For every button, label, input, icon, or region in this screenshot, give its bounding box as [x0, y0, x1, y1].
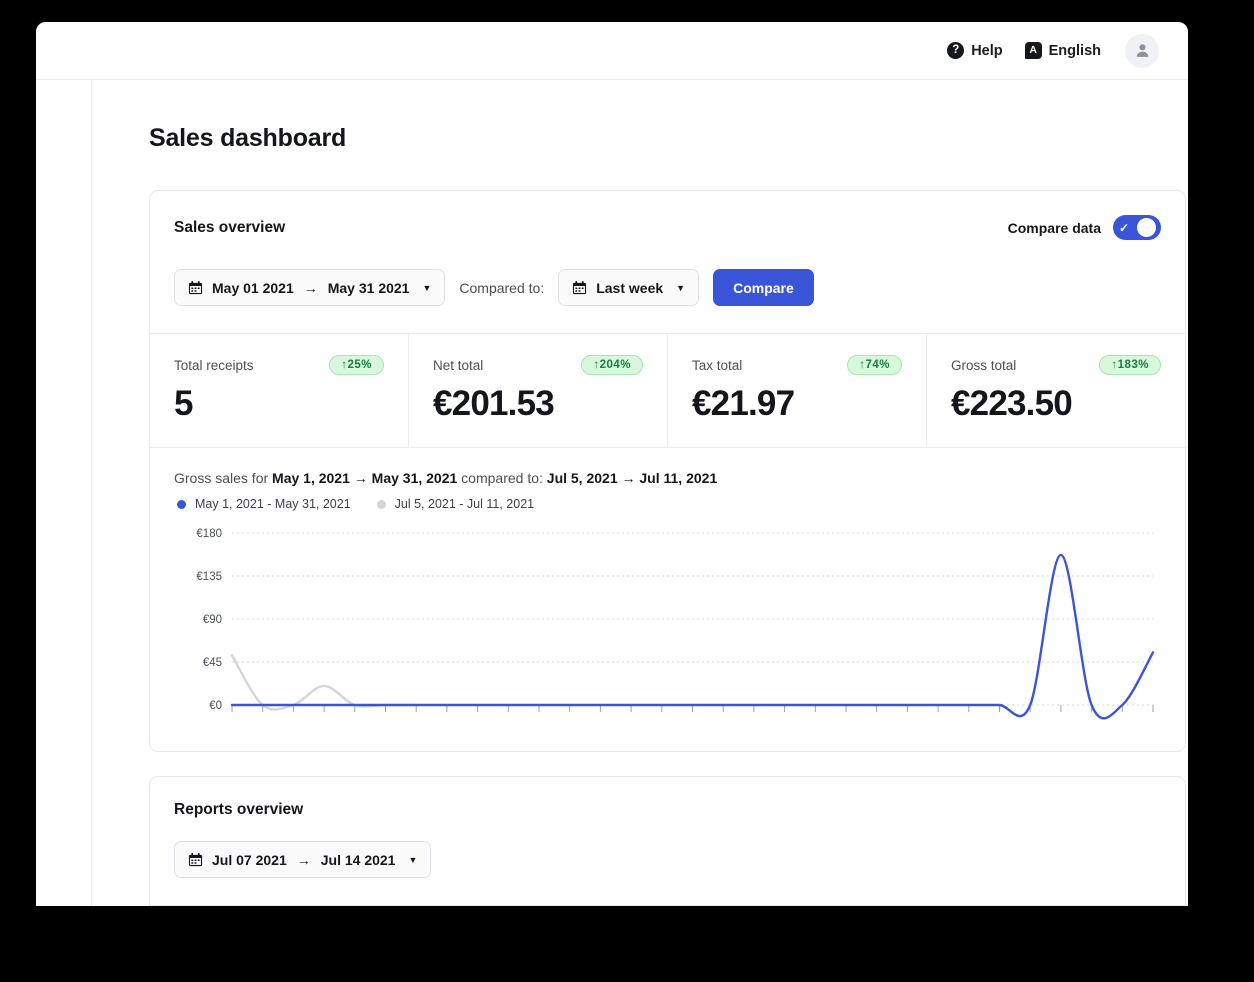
top-navigation-bar: ? Help A English [36, 22, 1188, 80]
collapsed-sidebar-rail [36, 22, 92, 906]
kpi-head: Tax total ↑74% [692, 355, 902, 375]
kpi-trend-badge: ↑204% [581, 355, 643, 375]
compare-preset-value: Last week [596, 279, 664, 296]
translate-icon: A [1024, 42, 1042, 59]
page-title: Sales dashboard [149, 124, 347, 152]
compare-button[interactable]: Compare [713, 269, 814, 306]
arrow-right-icon: → [296, 851, 311, 868]
arrow-right-icon: → [353, 470, 368, 487]
compare-data-toggle[interactable]: ✓ ⋯ [1113, 215, 1161, 240]
kpi-label: Net total [433, 357, 484, 373]
kpi-net-total: Net total ↑204% €201.53 [409, 334, 668, 448]
chart-caption-primary-end: May 31, 2021 [371, 470, 458, 487]
user-avatar-button[interactable] [1125, 33, 1159, 68]
line-chart-svg: €0 €45 €90 €135 €180 [196, 528, 1155, 720]
main-content-area: Sales dashboard Sales overview Compare d… [92, 80, 1188, 906]
legend-color-dot [177, 499, 186, 509]
kpi-total-receipts: Total receipts ↑25% 5 [150, 334, 409, 448]
chart-caption-prefix: Gross sales for [174, 470, 269, 487]
legend-color-dot [376, 499, 386, 509]
kpi-row: Total receipts ↑25% 5 Net total ↑204% €2… [150, 334, 1185, 448]
kpi-label: Total receipts [174, 357, 254, 373]
help-label: Help [971, 42, 1003, 59]
toggle-knob: ⋯ [1137, 218, 1156, 237]
legend-label: May 1, 2021 - May 31, 2021 [195, 497, 351, 512]
arrow-right-icon: → [303, 279, 318, 296]
reports-filter-row: Jul 07 2021 → Jul 14 2021 ▼ [174, 841, 1161, 905]
kpi-trend-badge: ↑74% [847, 355, 902, 375]
reports-overview-header-section: Reports overview Jul 07 2021 → Jul 14 20… [150, 777, 1185, 905]
calendar-icon [573, 280, 587, 295]
kpi-head: Net total ↑204% [433, 355, 643, 375]
date-range-end: May 31 2021 [327, 279, 410, 296]
chevron-down-icon: ▼ [408, 854, 418, 865]
check-icon: ✓ [1119, 220, 1130, 235]
chart-caption-compare-start: Jul 5, 2021 [546, 470, 618, 487]
date-range-start: May 01 2021 [212, 279, 294, 296]
svg-text:€135: €135 [196, 571, 222, 583]
reports-date-range-end: Jul 14 2021 [320, 851, 396, 868]
legend-label: Jul 5, 2021 - Jul 11, 2021 [394, 497, 535, 512]
kpi-gross-total: Gross total ↑183% €223.50 [927, 334, 1185, 447]
sales-overview-title: Sales overview [174, 218, 286, 236]
kpi-label: Gross total [951, 357, 1017, 373]
filter-row: May 01 2021 → May 31 2021 ▼ Compared to: [174, 269, 1161, 333]
primary-series-line [230, 553, 1155, 720]
application-window: ? Help A English Sales dashboard Sales o… [36, 22, 1188, 906]
reports-date-range-start: Jul 07 2021 [212, 851, 287, 868]
chart-caption-primary-start: May 1, 2021 [272, 470, 350, 487]
kpi-head: Gross total ↑183% [951, 355, 1161, 375]
user-avatar-icon [1136, 44, 1148, 57]
sales-overview-card: Sales overview Compare data ✓ ⋯ May 01 2… [149, 190, 1186, 753]
chevron-down-icon: ▼ [676, 282, 686, 293]
language-label: English [1048, 42, 1101, 59]
compare-data-label: Compare data [1007, 219, 1101, 236]
svg-text:€45: €45 [203, 657, 222, 669]
reports-overview-card: Reports overview Jul 07 2021 → Jul 14 20… [149, 776, 1186, 906]
reports-overview-title: Reports overview [174, 801, 304, 819]
y-axis-tick-labels: €0 €45 €90 €135 €180 [196, 528, 222, 712]
svg-text:€0: €0 [209, 700, 222, 712]
chart-plot-area[interactable]: €0 €45 €90 €135 €180 [174, 525, 1161, 725]
sales-overview-header-row: Sales overview Compare data ✓ ⋯ [174, 215, 1161, 240]
kpi-value: €201.53 [433, 384, 555, 423]
kpi-value: €223.50 [951, 384, 1073, 423]
legend-entry-primary[interactable]: May 1, 2021 - May 31, 2021 [177, 497, 351, 511]
chart-caption: Gross sales for May 1, 2021 → May 31, 20… [174, 470, 1161, 486]
legend-entry-compare[interactable]: Jul 5, 2021 - Jul 11, 2021 [376, 497, 535, 512]
reports-date-range-select[interactable]: Jul 07 2021 → Jul 14 2021 ▼ [174, 841, 432, 879]
chart-legend: May 1, 2021 - May 31, 2021 Jul 5, 2021 -… [174, 497, 1161, 511]
svg-text:€180: €180 [196, 528, 222, 540]
compare-series-line [230, 654, 418, 711]
kpi-head: Total receipts ↑25% [174, 355, 384, 375]
compare-preset-select[interactable]: Last week ▼ [558, 269, 700, 306]
kpi-trend-badge: ↑25% [329, 355, 384, 375]
question-mark-circle-icon: ? [947, 42, 965, 59]
arrow-right-icon: → [621, 470, 636, 487]
calendar-icon [188, 853, 203, 867]
sales-overview-header-section: Sales overview Compare data ✓ ⋯ May 01 2… [150, 191, 1185, 333]
date-range-select[interactable]: May 01 2021 → May 31 2021 ▼ [174, 269, 446, 306]
chart-caption-compare-end: Jul 11, 2021 [639, 470, 718, 487]
kpi-value: 5 [174, 384, 193, 423]
chevron-down-icon: ▼ [422, 282, 432, 293]
help-button[interactable]: ? Help [947, 42, 1003, 59]
chart-caption-middle: compared to: [461, 470, 543, 487]
compared-to-label: Compared to: [459, 279, 545, 296]
chart-gridlines [232, 532, 1153, 706]
gross-sales-chart-block: Gross sales for May 1, 2021 → May 31, 20… [150, 448, 1185, 751]
calendar-icon [188, 280, 203, 295]
kpi-tax-total: Tax total ↑74% €21.97 [668, 334, 927, 448]
kpi-value: €21.97 [692, 384, 795, 423]
kpi-label: Tax total [692, 357, 743, 373]
svg-text:€90: €90 [203, 614, 222, 626]
language-selector[interactable]: A English [1024, 42, 1101, 59]
kpi-trend-badge: ↑183% [1099, 355, 1161, 375]
compare-data-group: Compare data ✓ ⋯ [1008, 215, 1161, 240]
